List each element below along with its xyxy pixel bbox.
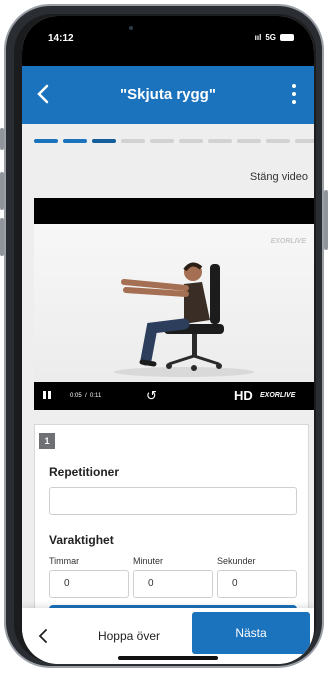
duration-label: Varaktighet	[49, 533, 114, 547]
pause-button[interactable]	[42, 391, 52, 401]
exercise-person-illustration	[114, 262, 254, 377]
battery-icon	[280, 34, 294, 41]
repetitions-input[interactable]	[49, 487, 297, 515]
signal-icon: ııl	[254, 33, 262, 42]
chevron-left-icon	[37, 84, 49, 104]
previous-button[interactable]	[34, 626, 54, 646]
status-time: 14:12	[48, 33, 74, 44]
progress-step-4	[121, 139, 145, 143]
minutes-label: Minuter	[133, 556, 164, 566]
status-indicators: ııl 5G	[255, 33, 294, 42]
back-button[interactable]	[30, 80, 58, 108]
camera-notch	[117, 16, 225, 46]
duration: 0:11	[90, 393, 102, 399]
progress-step-6	[179, 139, 203, 143]
minutes-input[interactable]: 0	[133, 570, 213, 598]
replay-icon[interactable]: ↺	[146, 388, 157, 404]
time-separator: /	[85, 393, 87, 399]
app-header: "Skjuta rygg"	[22, 66, 314, 124]
progress-step-3	[92, 139, 116, 143]
video-time: 0:05 / 0:11	[70, 393, 101, 399]
video-controls: 0:05 / 0:11 ↺ HD EXORLIVE	[34, 382, 314, 410]
set-form-card: 1 Repetitioner Varaktighet Timmar Minute…	[34, 424, 309, 625]
hours-input[interactable]: 0	[49, 570, 129, 598]
progress-step-7	[208, 139, 232, 143]
video-player[interactable]: EXORLIVE 0:05 / 0:11 ↺ HD EXORLIVE	[34, 198, 314, 410]
progress-step-2	[63, 139, 87, 143]
brand-logo: EXORLIVE	[260, 392, 296, 399]
progress-step-9	[266, 139, 290, 143]
progress-step-1	[34, 139, 58, 143]
progress-step-10	[295, 139, 314, 143]
pause-icon	[48, 391, 51, 399]
seconds-input[interactable]: 0	[217, 570, 297, 598]
progress-step-5	[150, 139, 174, 143]
hours-label: Timmar	[49, 556, 80, 566]
exercise-progress	[34, 139, 314, 143]
next-button[interactable]: Nästa	[192, 612, 310, 654]
chevron-left-icon	[38, 629, 47, 643]
mute-switch	[0, 128, 4, 150]
video-frame: EXORLIVE	[34, 224, 314, 382]
pause-icon	[43, 391, 46, 399]
repetitions-label: Repetitioner	[49, 465, 120, 479]
seconds-label: Sekunder	[217, 556, 256, 566]
current-time: 0:05	[70, 393, 82, 399]
volume-down-button	[0, 218, 4, 256]
page-title: "Skjuta rygg"	[120, 86, 216, 103]
power-button	[324, 190, 328, 250]
kebab-menu-icon	[292, 84, 296, 88]
progress-step-8	[237, 139, 261, 143]
camera-icon	[129, 26, 133, 30]
network-label: 5G	[265, 33, 276, 42]
phone-screen: 14:12 ııl 5G "Skjuta rygg" Stäng video E…	[22, 16, 314, 664]
home-indicator	[118, 656, 218, 660]
volume-up-button	[0, 172, 4, 210]
more-menu-button[interactable]	[284, 80, 304, 108]
kebab-menu-icon	[292, 92, 296, 96]
close-video-link[interactable]: Stäng video	[250, 171, 308, 183]
hd-quality-button[interactable]: HD	[234, 388, 253, 403]
kebab-menu-icon	[292, 100, 296, 104]
set-number-badge: 1	[39, 433, 55, 449]
